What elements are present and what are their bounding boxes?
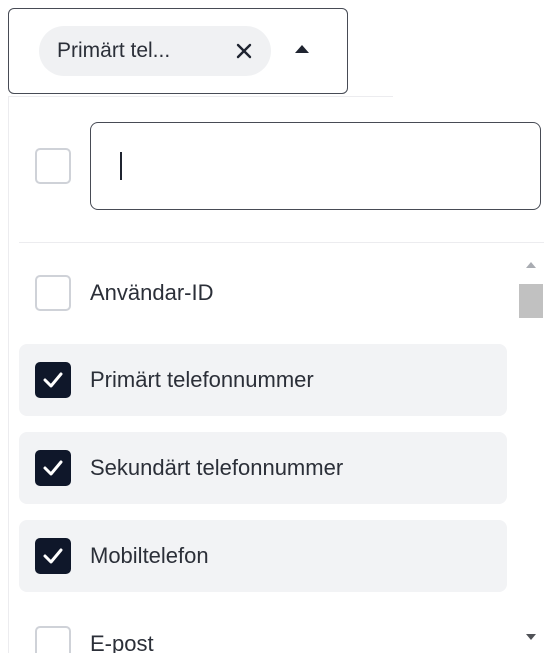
option-label: Mobiltelefon — [90, 543, 209, 568]
option-list-scrollbar[interactable] — [517, 252, 544, 653]
dropdown-panel: Användar-ID Primärt telefonnummer Sekund… — [8, 96, 544, 653]
option-checkbox[interactable] — [35, 362, 71, 398]
option-checkbox[interactable] — [35, 275, 71, 311]
select-all-checkbox[interactable] — [35, 148, 71, 184]
chip-label: Primärt tel... — [57, 39, 171, 62]
option-primary-phone[interactable]: Primärt telefonnummer — [19, 344, 507, 416]
option-checkbox[interactable] — [35, 538, 71, 574]
search-input[interactable] — [90, 122, 541, 210]
option-checkbox[interactable] — [35, 626, 71, 653]
option-label: Användar-ID — [90, 280, 214, 305]
option-secondary-phone[interactable]: Sekundärt telefonnummer — [19, 432, 507, 504]
caret-up-icon[interactable] — [295, 45, 309, 53]
text-cursor — [120, 152, 122, 180]
selected-chip: Primärt tel... — [39, 26, 271, 76]
option-checkbox[interactable] — [35, 450, 71, 486]
check-icon — [43, 372, 63, 388]
column-picker-page: Primärt tel... Användar-ID Primärt telef… — [0, 0, 544, 653]
option-label: Sekundärt telefonnummer — [90, 455, 344, 480]
check-icon — [43, 548, 63, 564]
option-email[interactable]: E-post — [19, 608, 507, 653]
multi-select-field[interactable]: Primärt tel... — [8, 8, 348, 94]
scroll-thumb[interactable] — [519, 284, 543, 318]
check-icon — [43, 460, 63, 476]
option-mobile-phone[interactable]: Mobiltelefon — [19, 520, 507, 592]
scroll-up-arrow-icon[interactable] — [526, 262, 536, 268]
option-label: Primärt telefonnummer — [90, 367, 314, 392]
close-icon[interactable] — [231, 38, 257, 64]
scroll-down-arrow-icon[interactable] — [526, 634, 536, 640]
option-list: Användar-ID Primärt telefonnummer Sekund… — [9, 252, 544, 653]
panel-divider — [9, 96, 393, 97]
option-user-id[interactable]: Användar-ID — [19, 257, 507, 329]
option-label: E-post — [90, 631, 154, 653]
search-divider — [19, 242, 544, 243]
